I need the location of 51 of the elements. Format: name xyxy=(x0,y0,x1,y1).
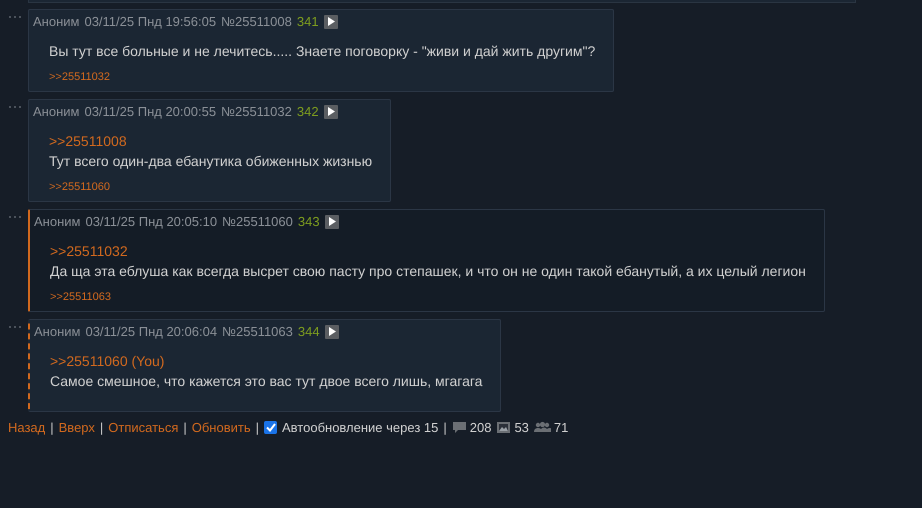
stat-count: 71 xyxy=(554,420,568,435)
play-icon[interactable] xyxy=(324,324,339,338)
people-icon xyxy=(534,421,551,434)
autoupdate-checkbox[interactable] xyxy=(264,421,278,434)
post-date: 03/11/25 Пнд 20:05:10 xyxy=(85,214,218,229)
post-ordinal: 341 xyxy=(296,14,319,29)
post-ordinal: 344 xyxy=(298,324,320,339)
post-date: 03/11/25 Пнд 20:06:04 xyxy=(85,324,218,339)
post-author: Аноним xyxy=(34,324,80,339)
speech-bubble-icon xyxy=(452,421,467,434)
post-date: 03/11/25 Пнд 19:56:05 xyxy=(84,14,216,29)
footer-link[interactable]: Отписаться xyxy=(108,420,178,435)
post-number[interactable]: №25511060 xyxy=(222,214,293,229)
footer-link[interactable]: Обновить xyxy=(192,420,251,435)
more-dots-icon[interactable] xyxy=(8,15,22,19)
footer-link[interactable]: Вверх xyxy=(58,420,95,435)
post-text: Тут всего один-два ебанутика обиженных жизнью xyxy=(49,152,372,171)
autoupdate-label: Автообновление через 15 xyxy=(282,420,438,435)
post-author: Аноним xyxy=(33,14,80,29)
more-dots-icon[interactable] xyxy=(8,105,22,109)
stat-count: 208 xyxy=(470,420,492,435)
post-ordinal: 342 xyxy=(296,104,319,119)
stat-count: 53 xyxy=(514,420,529,435)
play-icon[interactable] xyxy=(324,214,339,228)
play-icon[interactable] xyxy=(324,104,338,118)
reply-link[interactable]: >>25511060 (You) xyxy=(50,351,164,371)
more-dots-icon[interactable] xyxy=(8,325,22,329)
post-ordinal: 343 xyxy=(298,214,320,229)
footer-link[interactable]: Назад xyxy=(8,420,46,435)
post-author: Аноним xyxy=(33,104,80,119)
backlink[interactable]: >>25511063 xyxy=(50,289,111,305)
post-text: Вы тут все больные и не лечитесь..... Знаете поговорку - "живи и дай жить другим"? xyxy=(49,42,596,61)
post-text: Да ща эта еблуша как всегда высрет свою пасту про степашек, и что он не один такой ебанутый, а их целый легион xyxy=(50,262,806,281)
post-author: Аноним xyxy=(34,214,80,229)
more-dots-icon[interactable] xyxy=(8,215,22,219)
separator: | xyxy=(443,420,447,435)
backlink[interactable]: >>25511032 xyxy=(49,69,110,85)
post-number[interactable]: №25511008 xyxy=(221,14,292,29)
backlink[interactable]: >>25511060 xyxy=(49,179,110,195)
separator: | xyxy=(256,420,260,435)
reply-link[interactable]: >>25511032 xyxy=(50,241,128,261)
reply-link[interactable]: >>25511008 xyxy=(49,131,127,151)
separator: | xyxy=(50,420,54,435)
post-date: 03/11/25 Пнд 20:00:55 xyxy=(84,104,216,119)
image-icon xyxy=(496,421,512,434)
play-icon[interactable] xyxy=(324,14,338,28)
post-number[interactable]: №25511032 xyxy=(221,104,292,119)
separator: | xyxy=(100,420,104,435)
post-text: Самое смешное, что кажется это вас тут двое всего лишь, мгагага xyxy=(50,372,482,391)
separator: | xyxy=(183,420,187,435)
post-number[interactable]: №25511063 xyxy=(222,324,293,339)
